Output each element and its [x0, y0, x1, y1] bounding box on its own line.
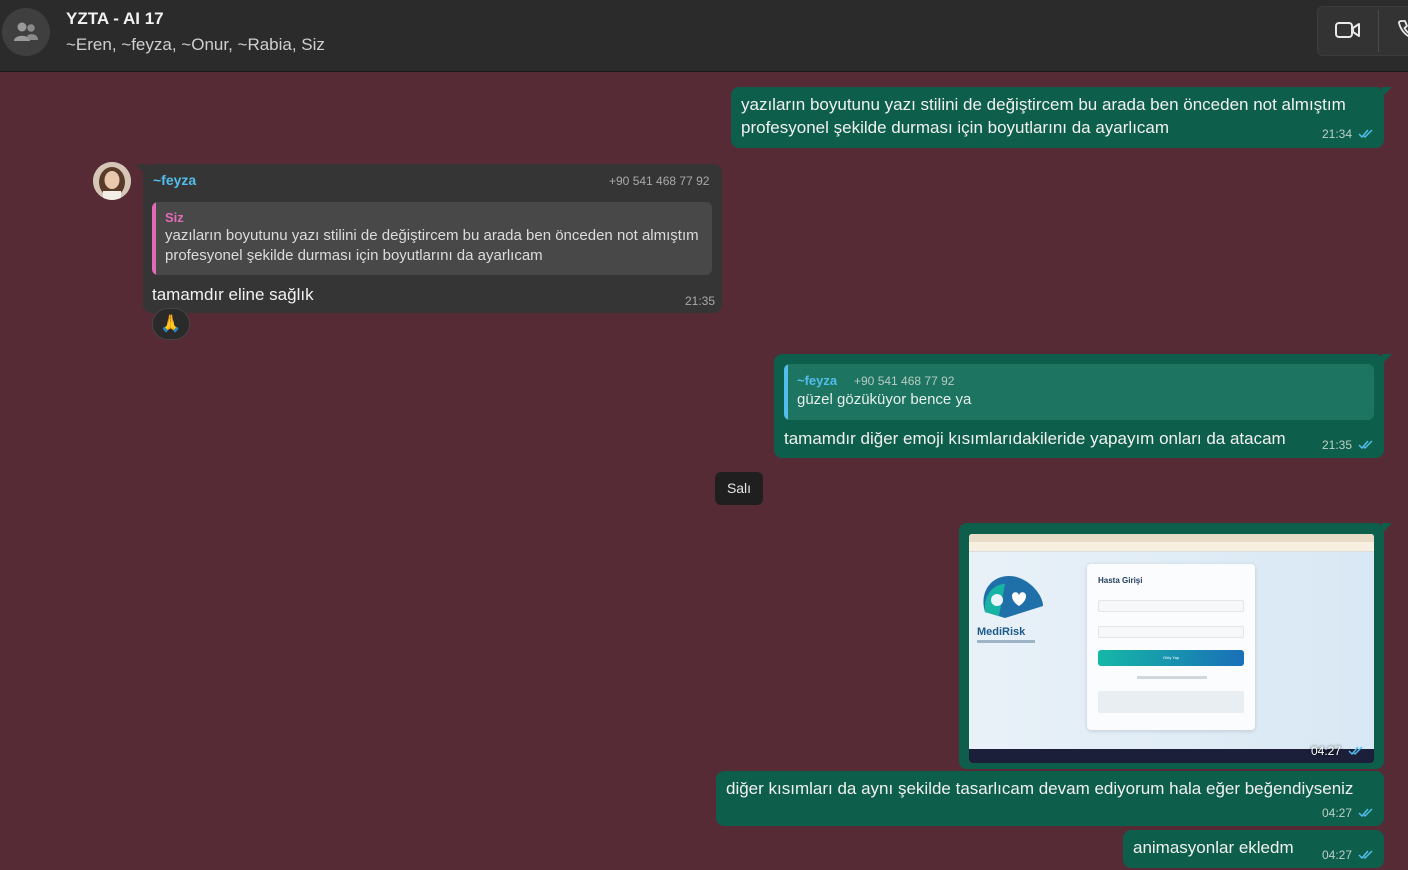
- quoted-message[interactable]: ~feyza +90 541 468 77 92 güzel gözüküyor…: [784, 364, 1374, 420]
- quote-bar: [784, 364, 788, 420]
- message-bubble-incoming[interactable]: ~feyza +90 541 468 77 92 Siz yazıların b…: [135, 164, 722, 313]
- thumb-browser-urlbar: [969, 542, 1374, 552]
- message-bubble-outgoing[interactable]: ~feyza +90 541 468 77 92 güzel gözüküyor…: [774, 354, 1392, 458]
- quote-author: ~feyza: [797, 373, 838, 388]
- chat-header: YZTA - AI 17 ~Eren, ~feyza, ~Onur, ~Rabi…: [0, 0, 1408, 72]
- double-check-icon: [1358, 129, 1373, 139]
- bubble-tail: [135, 164, 145, 174]
- message-bubble-outgoing[interactable]: yazıların boyutunu yazı stilini de değiş…: [731, 87, 1392, 148]
- reaction-badge[interactable]: 🙏: [152, 308, 190, 340]
- message-time: 21:35: [685, 294, 716, 308]
- message-text-line: yazıların boyutunu yazı stilini de değiş…: [741, 95, 1346, 114]
- message-time: 04:27: [1322, 806, 1353, 820]
- thumb-tagline: [977, 640, 1035, 643]
- double-check-icon: [1348, 746, 1363, 756]
- message-text: tamamdır diğer emoji kısımlarıdakileride…: [784, 429, 1286, 448]
- chat-members[interactable]: ~Eren, ~feyza, ~Onur, ~Rabia, Siz: [66, 35, 325, 55]
- double-check-icon: [1358, 808, 1373, 818]
- quote-text-line: profesyonel şekilde durması için boyutla…: [165, 247, 543, 264]
- message-time: 21:35: [1322, 438, 1353, 452]
- message-bubble-outgoing[interactable]: animasyonlar ekledm 04:27: [1123, 830, 1384, 868]
- thumb-field: [1098, 600, 1244, 612]
- quote-bar: [152, 202, 156, 275]
- sender-phone: +90 541 468 77 92: [609, 174, 710, 188]
- group-avatar[interactable]: [2, 8, 50, 56]
- thumb-browser-tabs: [969, 534, 1374, 542]
- avatar-photo: [93, 162, 131, 200]
- thumb-link: [1137, 676, 1207, 679]
- message-bubble-outgoing[interactable]: diğer kısımları da aynı şekilde tasarlıc…: [716, 771, 1384, 826]
- double-check-icon: [1358, 850, 1373, 860]
- quote-author: Siz: [165, 210, 184, 225]
- quote-phone: +90 541 468 77 92: [854, 374, 955, 388]
- sender-name[interactable]: ~feyza: [153, 172, 196, 188]
- call-separator: [1378, 10, 1379, 52]
- message-text-line: profesyonel şekilde durması için boyutla…: [741, 118, 1170, 137]
- call-buttons-group: [1317, 6, 1408, 56]
- thumb-demo-box: [1098, 691, 1244, 713]
- thumb-login-button: Giriş Yap: [1098, 650, 1244, 666]
- thumb-login-card: Hasta Girişi Giriş Yap: [1087, 564, 1255, 730]
- thumb-title: Hasta Girişi: [1098, 576, 1143, 585]
- day-separator: Salı: [715, 472, 763, 505]
- chat-title[interactable]: YZTA - AI 17: [66, 9, 164, 29]
- avatar[interactable]: [93, 162, 131, 200]
- message-time: 21:34: [1322, 127, 1353, 141]
- quote-text: güzel gözüküyor bence ya: [797, 391, 972, 408]
- phone-call-icon[interactable]: [1396, 18, 1408, 42]
- medirisk-logo: [983, 576, 1043, 618]
- double-check-icon: [1358, 440, 1373, 450]
- quoted-message[interactable]: Siz yazıların boyutunu yazı stilini de d…: [152, 202, 712, 275]
- bubble-tail: [1382, 354, 1392, 364]
- group-avatar-icon: [14, 22, 38, 41]
- message-text: diğer kısımları da aynı şekilde tasarlıc…: [726, 779, 1354, 798]
- thumb-field: [1098, 626, 1244, 638]
- thumb-brand: MediRisk: [977, 626, 1026, 638]
- message-time: 04:27: [1322, 848, 1353, 862]
- quote-text-line: yazıların boyutunu yazı stilini de değiş…: [165, 227, 699, 244]
- message-time: 04:27: [1311, 744, 1342, 758]
- bubble-tail: [1382, 87, 1392, 97]
- message-text: tamamdır eline sağlık: [152, 285, 314, 304]
- message-text: animasyonlar ekledm: [1133, 838, 1294, 857]
- bubble-tail: [1382, 523, 1392, 533]
- image-attachment[interactable]: MediRisk Hasta Girişi Giriş Yap 04:27: [969, 534, 1374, 763]
- video-call-icon[interactable]: [1334, 18, 1362, 42]
